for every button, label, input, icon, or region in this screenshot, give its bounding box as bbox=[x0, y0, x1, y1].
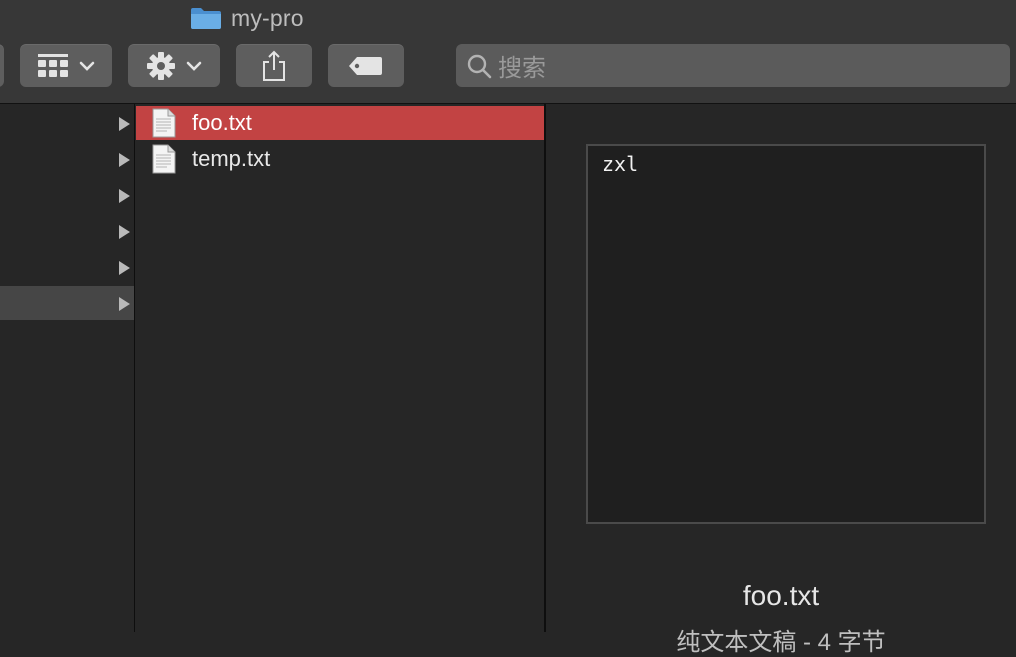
tag-button[interactable] bbox=[328, 44, 404, 87]
file-name: temp.txt bbox=[192, 146, 271, 171]
preview-thumbnail: zxl bbox=[586, 144, 986, 524]
search-field[interactable]: 搜索 bbox=[456, 44, 1010, 87]
parent-folder-row[interactable] bbox=[0, 214, 134, 248]
text-document-icon bbox=[152, 144, 176, 174]
toolbar: my-pro 搜索 bbox=[0, 0, 1016, 104]
disclosure-arrow-icon bbox=[119, 261, 130, 275]
folder-icon bbox=[191, 8, 221, 29]
disclosure-arrow-icon bbox=[119, 153, 130, 167]
search-input[interactable]: 搜索 bbox=[498, 48, 546, 83]
disclosure-arrow-icon bbox=[119, 117, 130, 131]
window-title: my-pro bbox=[190, 4, 304, 32]
file-column: foo.txt temp.txt bbox=[136, 104, 546, 632]
share-button[interactable] bbox=[236, 44, 312, 87]
parent-folder-row[interactable] bbox=[0, 250, 134, 284]
chevron-down-icon bbox=[79, 61, 95, 71]
file-row-selected[interactable]: foo.txt bbox=[136, 106, 544, 140]
grid-view-icon bbox=[38, 53, 68, 77]
parent-column bbox=[0, 104, 135, 632]
disclosure-arrow-icon bbox=[119, 189, 130, 203]
file-name: foo.txt bbox=[192, 110, 252, 135]
search-icon bbox=[467, 54, 492, 78]
tag-icon bbox=[349, 56, 382, 75]
parent-folder-row[interactable] bbox=[0, 142, 134, 176]
chevron-down-icon bbox=[186, 61, 202, 71]
disclosure-arrow-icon bbox=[119, 297, 130, 311]
preview-content: zxl bbox=[602, 152, 639, 176]
back-forward-button[interactable] bbox=[0, 44, 4, 87]
parent-folder-row-selected[interactable] bbox=[0, 286, 134, 320]
file-row[interactable]: temp.txt bbox=[136, 142, 544, 176]
action-button[interactable] bbox=[128, 44, 220, 87]
parent-folder-row[interactable] bbox=[0, 106, 134, 140]
share-icon bbox=[263, 50, 285, 81]
disclosure-arrow-icon bbox=[119, 225, 130, 239]
view-options-button[interactable] bbox=[20, 44, 112, 87]
preview-file-name: foo.txt bbox=[742, 580, 820, 611]
parent-folder-row[interactable] bbox=[0, 178, 134, 212]
text-document-icon bbox=[152, 108, 176, 138]
preview-file-kind: 纯文本文稿 - 4 字节 bbox=[676, 629, 886, 656]
gear-icon bbox=[147, 51, 175, 80]
window-title-text: my-pro bbox=[231, 4, 304, 31]
preview-pane: zxl foo.txt 纯文本文稿 - 4 字节 bbox=[546, 104, 1016, 656]
